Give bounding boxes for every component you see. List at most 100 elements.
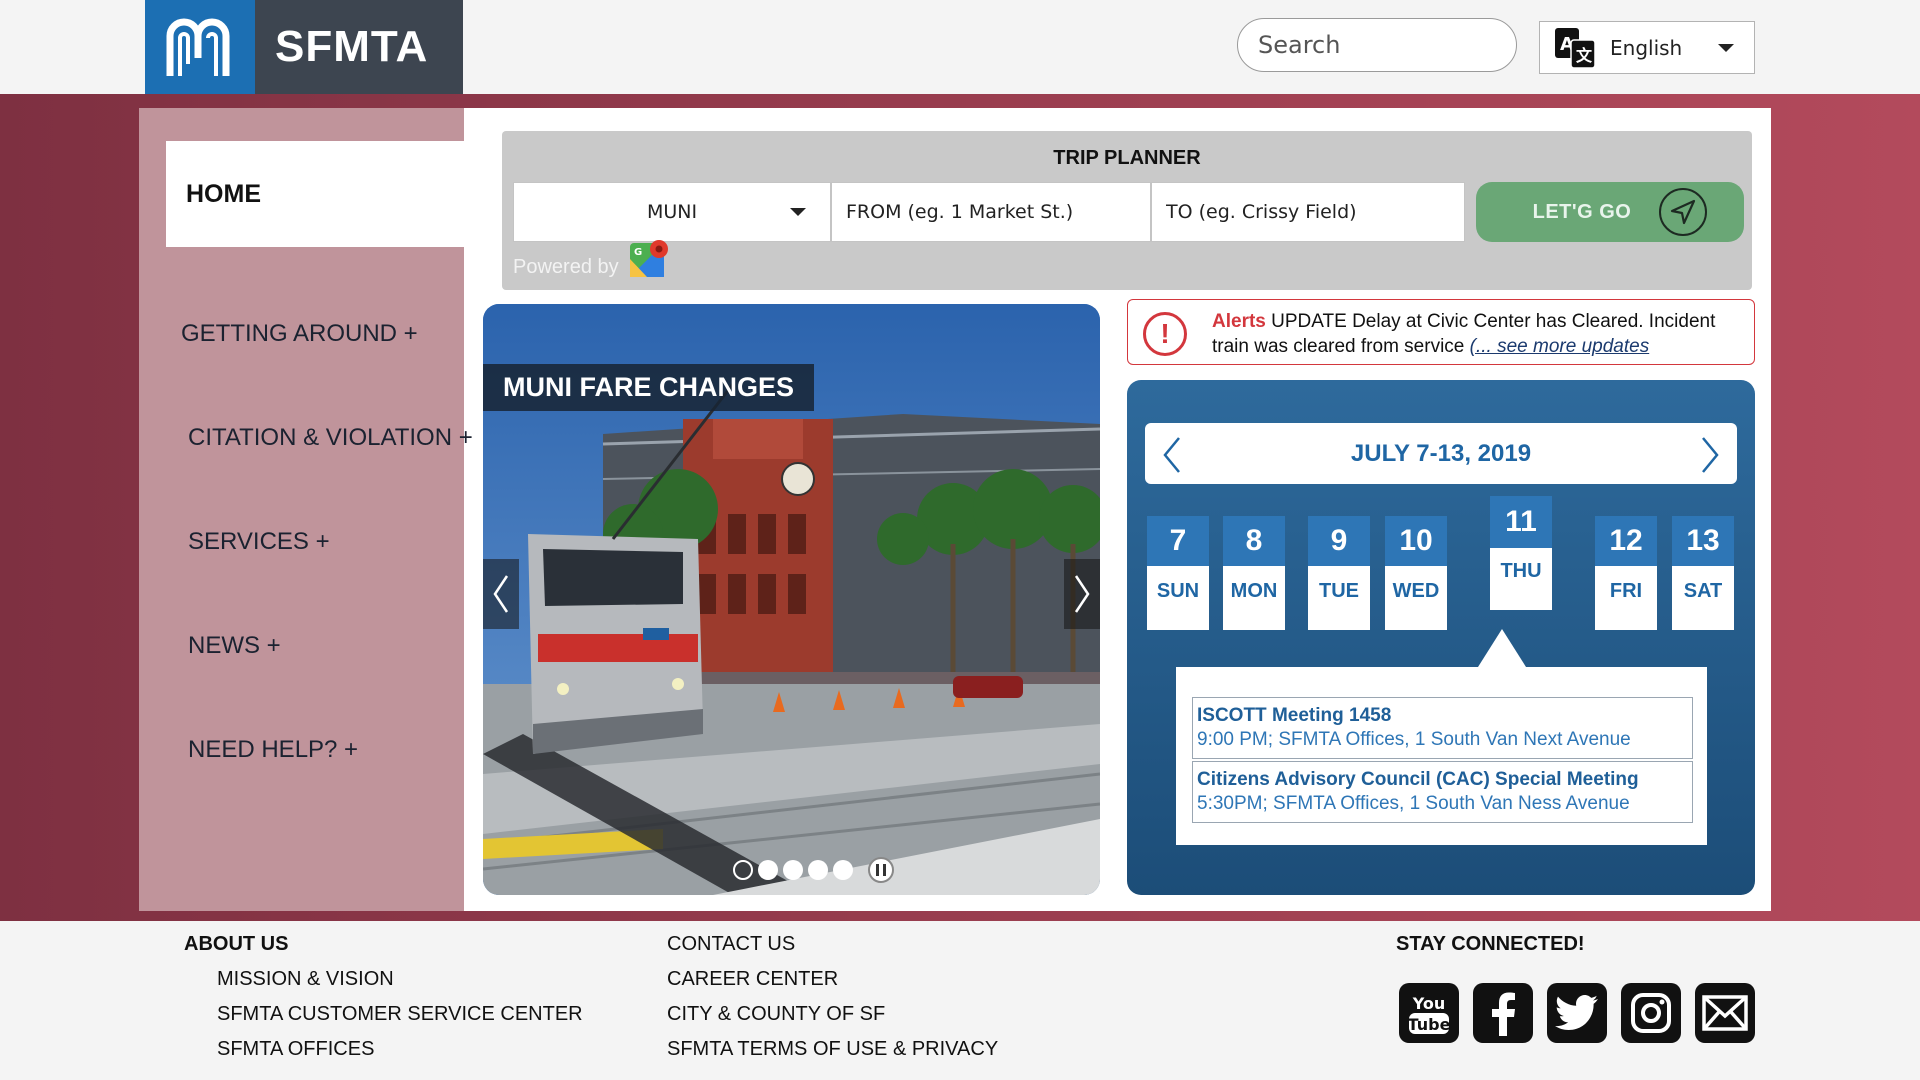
nav-home[interactable]: HOME [166, 141, 464, 247]
slide-dot-1[interactable] [733, 860, 753, 880]
footer-link-mission[interactable]: MISSION & VISION [217, 968, 394, 991]
google-maps-icon: G [629, 240, 668, 277]
day-name: SUN [1156, 580, 1200, 602]
footer-link-contact[interactable]: CONTACT US [667, 933, 795, 956]
footer-link-careers[interactable]: CAREER CENTER [667, 968, 838, 991]
footer-social-heading: STAY CONNECTED! [1396, 933, 1585, 955]
event-title: Citizens Advisory Council (CAC) Special … [1197, 769, 1639, 790]
day-name: MON [1230, 580, 1278, 602]
transit-mode-select[interactable]: MUNI [513, 182, 831, 242]
alert-text: Alerts UPDATE Delay at Civic Center has … [1212, 309, 1742, 359]
youtube-icon[interactable]: You Tube [1399, 983, 1459, 1043]
to-input[interactable] [1152, 183, 1464, 241]
search-input[interactable] [1238, 19, 1516, 71]
events-list: ISCOTT Meeting 1458 9:00 PM; SFMTA Offic… [1176, 667, 1707, 845]
calendar-day-thu-selected[interactable]: 11 THU [1490, 496, 1552, 610]
search-box [1237, 18, 1517, 72]
powered-by-label: Powered by [513, 256, 619, 278]
slide-dot-5[interactable] [833, 860, 853, 880]
from-input[interactable] [832, 183, 1150, 241]
calendar-day-mon[interactable]: 8 MON [1223, 516, 1285, 630]
chevron-down-icon [1718, 43, 1735, 52]
slide-next-button[interactable] [1064, 559, 1100, 629]
slide-dot-4[interactable] [808, 860, 828, 880]
nav-need-help[interactable]: NEED HELP? + [188, 736, 358, 764]
nav-services[interactable]: SERVICES + [188, 528, 330, 556]
pause-icon[interactable] [868, 857, 894, 883]
trip-planner: TRIP PLANNER MUNI LET'G GO Powered by G [502, 131, 1752, 290]
day-name: FRI [1609, 580, 1643, 602]
news-slideshow[interactable]: MUNI FARE CHANGES [483, 304, 1100, 895]
chevron-right-icon[interactable] [1699, 436, 1721, 474]
navigation-arrow-icon [1659, 188, 1708, 236]
site-header: SFMTA A 文 English [0, 0, 1920, 94]
day-number: 8 [1223, 516, 1285, 566]
calendar-week-label: JULY 7-13, 2019 [1350, 439, 1532, 467]
calendar-day-sat[interactable]: 13 SAT [1672, 516, 1734, 630]
nav-news[interactable]: NEWS + [188, 632, 281, 660]
events-pointer [1478, 629, 1526, 667]
day-name: SAT [1683, 580, 1723, 602]
event-title: ISCOTT Meeting 1458 [1197, 705, 1392, 726]
footer-link-city-county[interactable]: CITY & COUNTY OF SF [667, 1003, 885, 1026]
from-field [831, 182, 1151, 242]
lets-go-button[interactable]: LET'G GO [1476, 182, 1744, 242]
svg-text:You: You [1412, 994, 1446, 1013]
slide-title[interactable]: MUNI FARE CHANGES [483, 364, 815, 411]
chevron-right-icon [1074, 575, 1090, 613]
see-more-updates-link[interactable]: (... see more updates [1470, 336, 1650, 357]
slide-dot-3[interactable] [783, 860, 803, 880]
nav-getting-around[interactable]: GETTING AROUND + [181, 320, 418, 348]
footer-link-offices[interactable]: SFMTA OFFICES [217, 1038, 374, 1061]
sfmta-logo[interactable]: SFMTA [145, 0, 463, 94]
to-field [1151, 182, 1465, 242]
event-details: 9:00 PM; SFMTA Offices, 1 South Van Next… [1197, 729, 1631, 750]
day-name: WED [1392, 580, 1440, 602]
day-name: THU [1500, 560, 1542, 582]
facebook-icon[interactable] [1473, 983, 1533, 1043]
svg-text:G: G [634, 247, 642, 258]
trip-planner-title: TRIP PLANNER [1053, 147, 1201, 169]
nav-citation-violation[interactable]: CITATION & VIOLATION + [188, 424, 473, 452]
day-number: 12 [1595, 516, 1657, 566]
language-label: English [1610, 35, 1683, 60]
footer-about-heading[interactable]: ABOUT US [184, 933, 288, 956]
calendar-day-fri[interactable]: 12 FRI [1595, 516, 1657, 630]
day-number: 7 [1147, 516, 1209, 566]
slide-prev-button[interactable] [483, 559, 519, 629]
chevron-left-icon[interactable] [1161, 436, 1183, 474]
chevron-down-icon [790, 208, 806, 216]
calendar-day-sun[interactable]: 7 SUN [1147, 516, 1209, 630]
day-number: 11 [1490, 496, 1552, 548]
footer-link-customer-service[interactable]: SFMTA CUSTOMER SERVICE CENTER [217, 1003, 583, 1026]
svg-text:文: 文 [1576, 46, 1593, 65]
slide-pagination [733, 857, 894, 883]
event-item[interactable]: ISCOTT Meeting 1458 9:00 PM; SFMTA Offic… [1192, 697, 1693, 759]
event-item[interactable]: Citizens Advisory Council (CAC) Special … [1192, 761, 1693, 823]
calendar-day-tue[interactable]: 9 TUE [1308, 516, 1370, 630]
transit-mode-value: MUNI [646, 201, 698, 223]
day-name: TUE [1319, 580, 1359, 602]
day-number: 13 [1672, 516, 1734, 566]
day-number: 10 [1385, 516, 1447, 566]
calendar-day-wed[interactable]: 10 WED [1385, 516, 1447, 630]
footer-link-terms[interactable]: SFMTA TERMS OF USE & PRIVACY [667, 1038, 998, 1061]
translate-icon: A 文 [1555, 27, 1596, 69]
events-calendar: JULY 7-13, 2019 7 SUN 8 MON 9 TUE 10 WED… [1127, 380, 1755, 895]
language-select[interactable]: A 文 English [1539, 21, 1755, 74]
day-number: 9 [1308, 516, 1370, 566]
alert-exclamation-icon: ! [1143, 312, 1187, 356]
lets-go-label: LET'G GO [1532, 200, 1632, 223]
alert-label: Alerts [1212, 311, 1266, 332]
powered-by: Powered by G [513, 240, 669, 279]
service-alert: ! Alerts UPDATE Delay at Civic Center ha… [1127, 299, 1755, 365]
email-icon[interactable] [1695, 983, 1755, 1043]
svg-text:Tube: Tube [1408, 1015, 1451, 1034]
calendar-week-header: JULY 7-13, 2019 [1145, 423, 1737, 484]
slide-dot-2[interactable] [758, 860, 778, 880]
event-details: 5:30PM; SFMTA Offices, 1 South Van Ness … [1197, 793, 1630, 814]
instagram-icon[interactable] [1621, 983, 1681, 1043]
muni-worm-icon [145, 0, 255, 94]
brand-name: SFMTA [255, 0, 463, 94]
twitter-icon[interactable] [1547, 983, 1607, 1043]
